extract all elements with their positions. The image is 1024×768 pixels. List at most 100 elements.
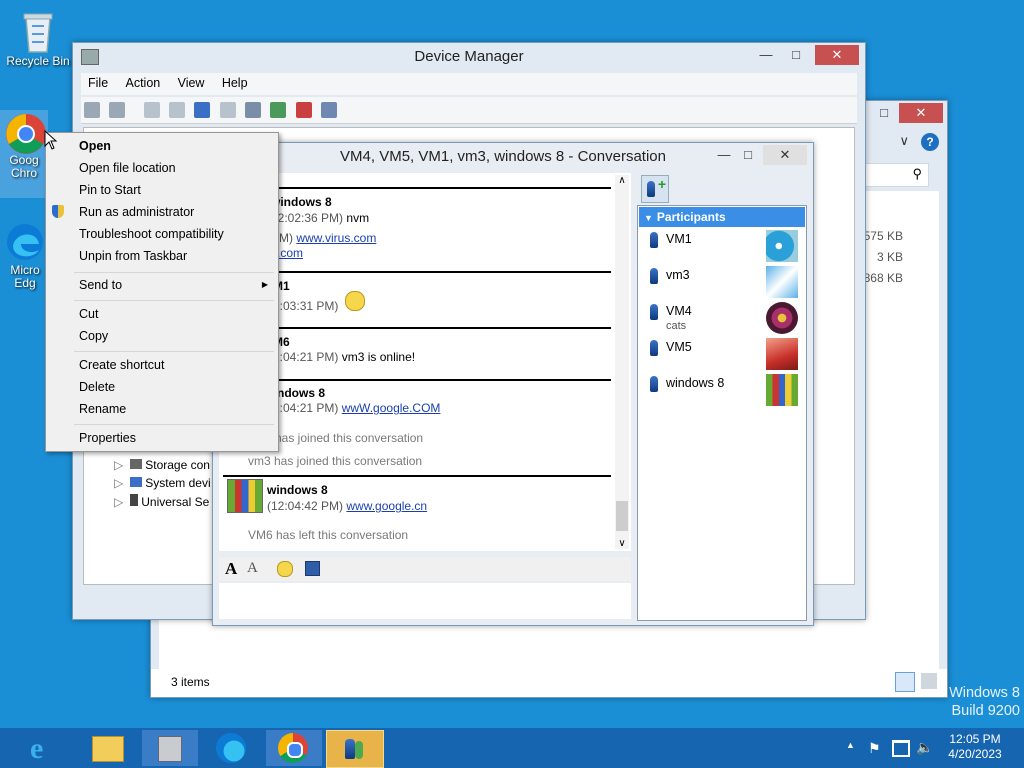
- tree-item[interactable]: ▷ Universal Se: [114, 494, 209, 509]
- close-button[interactable]: ✕: [899, 103, 943, 123]
- internet-explorer-icon: e: [30, 732, 44, 765]
- participant-item[interactable]: VM1: [640, 228, 804, 262]
- network-icon[interactable]: [892, 740, 910, 757]
- menu-item-rename[interactable]: Rename: [79, 402, 126, 416]
- desktop-icon-edge[interactable]: Micro Edg: [2, 222, 48, 290]
- chevron-down-icon[interactable]: ∨: [899, 133, 909, 149]
- taskbar-edge[interactable]: [204, 730, 260, 766]
- maximize-button[interactable]: □: [737, 145, 759, 165]
- font-color-icon[interactable]: A: [247, 560, 258, 577]
- menu-item-properties[interactable]: Properties: [79, 431, 136, 445]
- search-input[interactable]: ⚲: [857, 163, 929, 187]
- menu-item-troubleshoot-compatibility[interactable]: Troubleshoot compatibility: [79, 227, 224, 241]
- update-driver-icon[interactable]: [270, 102, 287, 118]
- menu-action[interactable]: Action: [119, 73, 168, 93]
- minimize-button[interactable]: —: [713, 145, 735, 165]
- clock[interactable]: 12:05 PM 4/20/2023: [940, 732, 1010, 762]
- taskbar: e ▲ ⚑ 🔈 12:05 PM 4/20/2023: [0, 728, 1024, 768]
- desktop-icon-recycle-bin[interactable]: Recycle Bin: [4, 8, 72, 68]
- menu-view[interactable]: View: [171, 73, 212, 93]
- help-icon[interactable]: [194, 102, 211, 118]
- message-history: windows 8 12:02:36 PM) nvm PM) www.virus…: [219, 173, 631, 551]
- minimize-button[interactable]: □: [871, 103, 897, 123]
- message-link[interactable]: www.google.cn: [346, 499, 427, 513]
- message-body: (12:04:42 PM) www.google.cn: [267, 499, 428, 513]
- action-center-icon[interactable]: ⚑: [868, 740, 881, 757]
- participants-header[interactable]: ▼ Participants: [639, 207, 805, 227]
- view-icon[interactable]: [219, 102, 236, 118]
- details-view-button[interactable]: [895, 672, 915, 692]
- participant-item[interactable]: VM5: [640, 336, 804, 370]
- tiles-view-button[interactable]: [921, 673, 937, 689]
- message-divider: [271, 327, 611, 329]
- message-sender: windows 8: [271, 195, 332, 209]
- close-button[interactable]: ✕: [815, 45, 859, 65]
- taskbar-chrome[interactable]: [266, 730, 322, 766]
- show-hidden-icons[interactable]: ▲: [846, 740, 855, 750]
- add-participant-button[interactable]: +: [641, 175, 669, 203]
- menu-help[interactable]: Help: [215, 73, 255, 93]
- list-icon[interactable]: [169, 102, 186, 118]
- toolbar: [81, 97, 857, 124]
- participant-item[interactable]: VM4 cats: [640, 300, 804, 334]
- menu-separator: [74, 272, 274, 273]
- conversation-window: VM4, VM5, VM1, vm3, windows 8 - Conversa…: [212, 142, 814, 626]
- taskbar-file-explorer[interactable]: [80, 730, 136, 766]
- help-icon[interactable]: ?: [921, 133, 939, 151]
- menu-item-run-as-administrator[interactable]: Run as administrator: [79, 205, 194, 219]
- message-input[interactable]: [219, 583, 631, 619]
- search-icon: ⚲: [912, 166, 922, 181]
- storage-icon: [129, 459, 142, 469]
- menu-bar: File Action View Help: [81, 73, 857, 95]
- status-bar: 3 items: [151, 669, 947, 697]
- menu-separator: [74, 300, 274, 301]
- font-icon[interactable]: A: [225, 559, 237, 579]
- file-size: 575 KB: [863, 229, 903, 243]
- edge-icon: [216, 733, 246, 763]
- scan-icon[interactable]: [245, 102, 262, 118]
- enable-icon[interactable]: [321, 102, 338, 118]
- taskbar-ie[interactable]: e: [16, 730, 72, 766]
- collapse-icon: ▼: [644, 213, 653, 223]
- scroll-up-icon[interactable]: ∧: [615, 175, 629, 186]
- forward-icon[interactable]: [109, 102, 126, 118]
- taskbar-device-manager[interactable]: [142, 730, 198, 766]
- emoticon-icon[interactable]: [277, 561, 293, 577]
- scroll-down-icon[interactable]: ∨: [615, 538, 629, 549]
- system-notice: has joined this conversation: [275, 431, 424, 445]
- message-link[interactable]: wwW.google.COM: [342, 401, 441, 415]
- save-icon[interactable]: [305, 561, 320, 576]
- menu-item-create-shortcut[interactable]: Create shortcut: [79, 358, 164, 372]
- menu-item-delete[interactable]: Delete: [79, 380, 115, 394]
- menu-item-cut[interactable]: Cut: [79, 307, 98, 321]
- message-link[interactable]: www.virus.com: [296, 231, 376, 245]
- scroll-thumb[interactable]: [616, 501, 628, 531]
- tree-item[interactable]: ▷ System devi: [114, 476, 211, 490]
- close-button[interactable]: ✕: [763, 145, 807, 165]
- uninstall-icon[interactable]: [295, 102, 312, 118]
- desktop-icon-chrome[interactable]: Goog Chro: [0, 110, 48, 198]
- avatar: [766, 338, 798, 370]
- participant-item[interactable]: windows 8: [640, 372, 804, 406]
- tree-item[interactable]: ▷ Storage con: [114, 458, 210, 472]
- properties-icon[interactable]: [143, 102, 160, 118]
- scrollbar[interactable]: ∧ ∨: [615, 175, 629, 549]
- taskbar-messenger[interactable]: [326, 730, 384, 768]
- menu-item-open-file-location[interactable]: Open file location: [79, 161, 176, 175]
- minimize-button[interactable]: —: [753, 45, 779, 65]
- back-icon[interactable]: [84, 102, 100, 118]
- desktop-icon-label: Recycle Bin: [6, 54, 70, 68]
- maximize-button[interactable]: □: [783, 45, 809, 65]
- format-toolbar: A A: [219, 557, 631, 581]
- volume-muted-icon[interactable]: 🔈: [916, 739, 933, 756]
- menu-item-unpin-from-taskbar[interactable]: Unpin from Taskbar: [79, 249, 187, 263]
- menu-item-open[interactable]: Open: [79, 139, 111, 153]
- participant-item[interactable]: vm3: [640, 264, 804, 298]
- menu-file[interactable]: File: [81, 73, 115, 93]
- submenu-arrow-icon: ▶: [261, 280, 268, 289]
- recycle-bin-icon: [18, 8, 58, 53]
- menu-item-copy[interactable]: Copy: [79, 329, 108, 343]
- menu-item-pin-to-start[interactable]: Pin to Start: [79, 183, 141, 197]
- system-notice: VM6 has left this conversation: [248, 528, 409, 542]
- menu-item-send-to[interactable]: Send to: [79, 278, 122, 292]
